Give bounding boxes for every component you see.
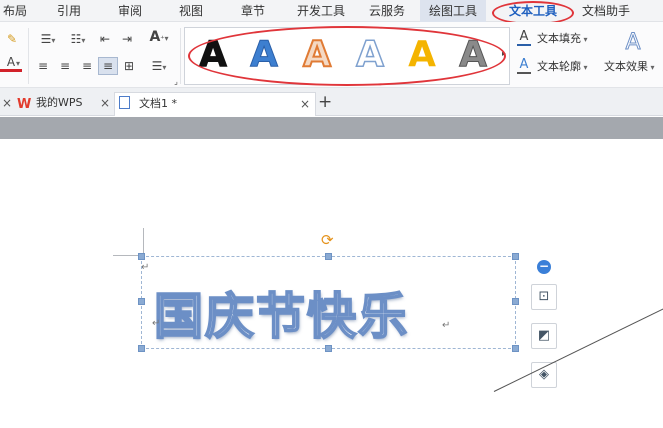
increase-indent-icon[interactable]: ⇥	[118, 31, 136, 47]
text-fill-button[interactable]: 文本填充 ▾	[537, 31, 588, 48]
tab-review[interactable]: 审阅	[115, 0, 145, 22]
paragraph-mark: ↵	[442, 320, 451, 331]
distribute-icon[interactable]: ⊞	[120, 58, 138, 74]
line-spacing-icon[interactable]: ☰▾	[145, 58, 173, 76]
tab-doc-assistant[interactable]: 文档助手	[576, 0, 636, 22]
document-icon	[119, 96, 130, 109]
resize-handle[interactable]	[138, 298, 145, 305]
format-painter-icon[interactable]: ✎	[2, 31, 22, 47]
font-size-up-icon[interactable]: A⁺▾	[145, 29, 173, 47]
highlight-oval-style-gallery	[188, 26, 506, 86]
resize-handle[interactable]	[512, 298, 519, 305]
ribbon-separator	[180, 28, 181, 84]
close-tab-icon[interactable]: ×	[2, 92, 12, 114]
layout-options-icon[interactable]: ⊡	[531, 284, 557, 310]
decrease-indent-icon[interactable]: ⇤	[96, 31, 114, 47]
text-effect-button[interactable]: 文本效果 ▾	[604, 59, 655, 76]
text-fill-icon[interactable]: A	[517, 30, 531, 46]
justify-icon[interactable]: ≡	[98, 57, 118, 75]
tab-cloud[interactable]: 云服务	[366, 0, 408, 22]
text-outline-button[interactable]: 文本轮廓 ▾	[537, 59, 588, 76]
align-right-icon[interactable]: ≡	[78, 58, 96, 74]
new-tab-button[interactable]: +	[318, 92, 332, 112]
wps-logo-icon: W	[17, 97, 32, 112]
tab-my-wps[interactable]: 我的WPS	[36, 92, 83, 116]
tab-layout[interactable]: 布局	[0, 0, 30, 22]
resize-handle[interactable]	[512, 253, 519, 260]
tab-chapter[interactable]: 章节	[238, 0, 268, 22]
rotate-handle-icon[interactable]: ⟳	[321, 231, 334, 249]
numbered-list-icon[interactable]: ☷▾	[64, 31, 92, 49]
close-tab-icon[interactable]: ×	[100, 92, 110, 114]
tab-document1[interactable]: 文档1 *	[114, 92, 316, 116]
resize-handle[interactable]	[138, 345, 145, 352]
paragraph-mark: ↵	[152, 318, 161, 329]
align-center-icon[interactable]: ≡	[56, 58, 74, 74]
tab-references[interactable]: 引用	[54, 0, 84, 22]
workspace-background	[0, 117, 663, 139]
resize-handle[interactable]	[325, 253, 332, 260]
margin-marker	[143, 228, 144, 256]
tab-view[interactable]: 视图	[176, 0, 206, 22]
resize-handle[interactable]	[512, 345, 519, 352]
wordart-text[interactable]: 国庆节快乐	[153, 277, 409, 348]
tab-developer[interactable]: 开发工具	[294, 0, 348, 22]
text-outline-icon[interactable]: A	[517, 58, 531, 74]
text-effect-icon[interactable]: A	[620, 30, 646, 56]
bullet-list-icon[interactable]: ☰▾	[34, 31, 62, 49]
collapse-minus-icon[interactable]: −	[537, 260, 551, 274]
resize-handle[interactable]	[138, 253, 145, 260]
font-color-icon[interactable]: A ▾	[0, 55, 22, 72]
align-left-icon[interactable]: ≡	[34, 58, 52, 74]
tab-drawing-tools[interactable]: 绘图工具	[420, 0, 486, 22]
close-tab-icon[interactable]: ×	[300, 93, 310, 115]
ribbon-separator	[28, 28, 29, 84]
shape-outline-icon[interactable]: ◩	[531, 323, 557, 349]
